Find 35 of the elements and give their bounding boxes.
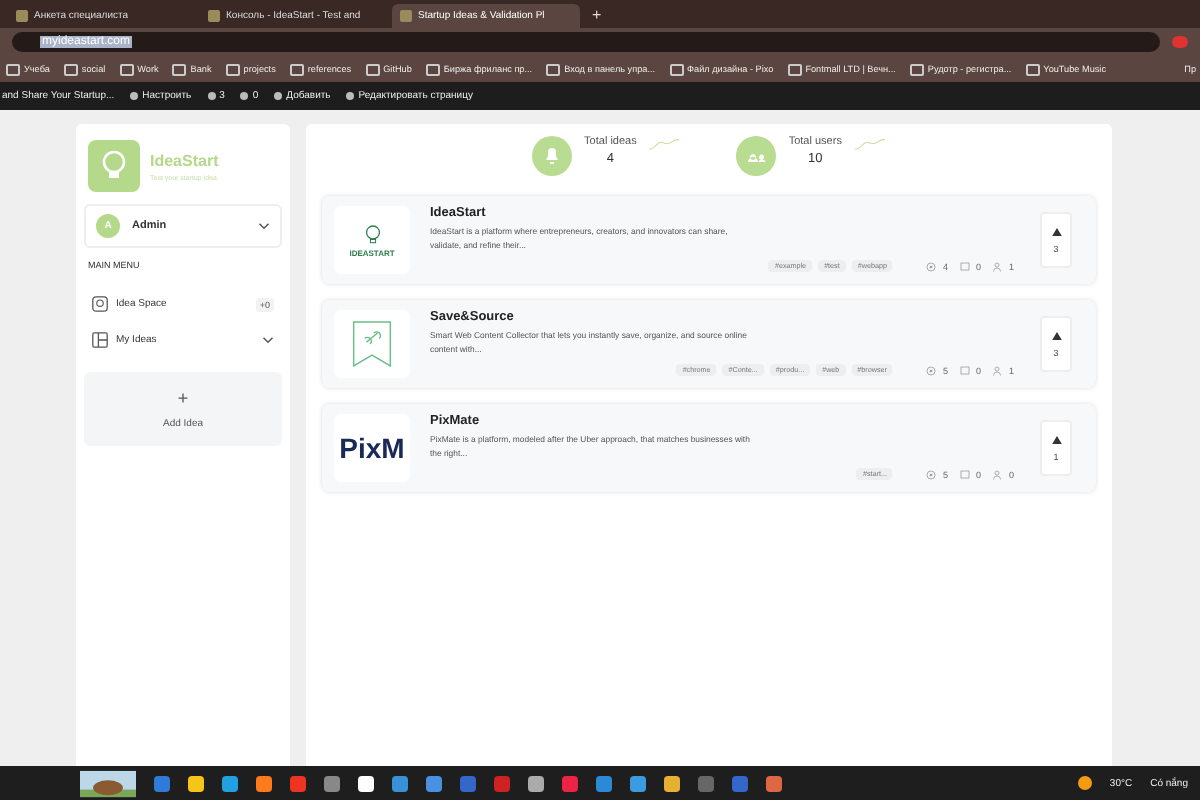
layout-icon — [92, 332, 108, 348]
bell-icon — [532, 136, 573, 176]
trend-line-icon — [853, 136, 886, 152]
app-icon[interactable] — [256, 775, 272, 791]
eye-icon — [926, 469, 937, 479]
brand-name: IdeaStart — [150, 151, 219, 169]
comment-icon — [959, 469, 970, 479]
user-icon — [992, 365, 1003, 375]
trend-line-icon — [648, 136, 681, 152]
app-icon[interactable] — [528, 775, 544, 791]
logo-wordmark: PixM — [339, 432, 405, 464]
comment-icon — [959, 365, 970, 375]
up-arrow-icon — [1051, 331, 1061, 339]
favicon-icon — [400, 10, 412, 22]
app-icon[interactable] — [358, 775, 374, 791]
chevron-down-icon — [262, 336, 274, 344]
up-arrow-icon — [1051, 435, 1061, 443]
lightbulb-logo-icon — [88, 140, 140, 192]
user-icon — [992, 469, 1003, 479]
eye-icon — [926, 261, 937, 271]
app-icon[interactable] — [664, 775, 680, 791]
new-tab-button[interactable]: + — [584, 4, 610, 28]
chevron-down-icon — [258, 222, 270, 230]
favicon-icon — [16, 10, 28, 22]
weather-icon — [1077, 776, 1092, 790]
landscape-thumbnail-icon[interactable] — [80, 769, 136, 797]
comment-icon — [959, 261, 970, 271]
users-icon — [736, 136, 777, 176]
eye-icon — [926, 365, 937, 375]
favicon-icon — [208, 10, 220, 22]
app-icon[interactable] — [188, 775, 204, 791]
user-icon — [992, 261, 1003, 271]
up-arrow-icon — [1051, 227, 1061, 235]
bookmark-link-icon — [350, 318, 394, 370]
app-icon[interactable] — [222, 775, 238, 791]
